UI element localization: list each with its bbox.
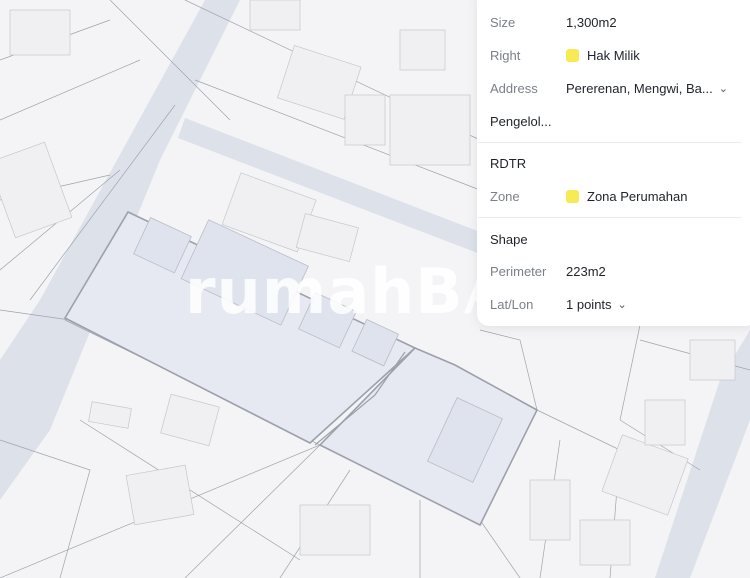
chevron-down-icon[interactable]: ⌄ xyxy=(618,298,627,311)
right-row: Right Hak Milik xyxy=(490,45,738,65)
address-label: Address xyxy=(490,80,538,96)
right-label: Right xyxy=(490,47,521,63)
rdtr-section-title: RDTR xyxy=(490,156,527,171)
chevron-down-icon[interactable]: ⌄ xyxy=(719,82,728,95)
pengelola-row: Pengelol... xyxy=(490,111,738,131)
latlon-label: Lat/Lon xyxy=(490,296,534,312)
zone-row: Zone Zona Perumahan xyxy=(490,186,738,206)
address-row[interactable]: Address Pererenan, Mengwi, Ba... ⌄ xyxy=(490,78,738,98)
zone-label: Zone xyxy=(490,188,520,204)
shape-section-title: Shape xyxy=(490,232,528,247)
right-color-swatch xyxy=(566,48,579,62)
zone-color-swatch xyxy=(566,189,579,203)
size-row: Size 1,300m2 xyxy=(490,12,738,32)
perimeter-row: Perimeter 223m2 xyxy=(490,261,738,281)
perimeter-label: Perimeter xyxy=(490,263,547,279)
latlon-row[interactable]: Lat/Lon 1 points ⌄ xyxy=(490,294,738,314)
address-value: Pererenan, Mengwi, Ba... xyxy=(566,80,713,96)
perimeter-value: 223m2 xyxy=(566,263,606,279)
zone-value: Zona Perumahan xyxy=(587,188,688,204)
divider xyxy=(478,142,742,143)
divider xyxy=(478,217,742,218)
pengelola-label: Pengelol... xyxy=(490,113,552,129)
size-label: Size xyxy=(490,14,516,30)
size-value: 1,300m2 xyxy=(566,14,617,30)
right-value: Hak Milik xyxy=(587,47,640,63)
latlon-value: 1 points xyxy=(566,296,612,312)
